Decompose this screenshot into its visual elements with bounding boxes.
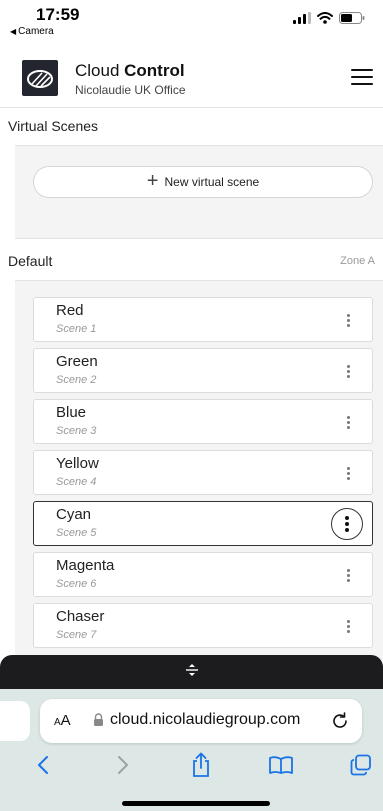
scene-name: Chaser <box>56 608 105 625</box>
hamburger-menu-icon[interactable] <box>351 69 373 87</box>
aa-small: A <box>54 717 61 728</box>
scene-name: Green <box>56 353 98 370</box>
chevron-left-icon <box>38 756 48 774</box>
url-text: cloud.nicolaudiegroup.com <box>110 711 301 728</box>
address-bar[interactable]: AA cloud.nicolaudiegroup.com <box>40 699 362 743</box>
share-button[interactable] <box>186 751 216 779</box>
more-options-icon[interactable] <box>336 410 360 434</box>
bookmarks-button[interactable] <box>266 751 296 779</box>
scene-card-yellow[interactable]: Yellow Scene 4 <box>33 450 373 495</box>
resize-handle-icon[interactable] <box>185 663 199 679</box>
reload-icon[interactable] <box>328 709 352 733</box>
tab-resize-strip[interactable] <box>0 655 383 689</box>
zone-label: Zone A <box>340 255 375 267</box>
more-options-icon[interactable] <box>336 614 360 638</box>
new-virtual-scene-label: New virtual scene <box>164 175 260 189</box>
title-light: Cloud <box>75 61 125 80</box>
new-virtual-scene-button[interactable]: + New virtual scene <box>33 166 373 198</box>
back-to-camera-link[interactable]: ◀ Camera <box>10 26 54 37</box>
more-options-icon[interactable] <box>331 508 363 540</box>
cloud-logo-icon <box>22 60 58 96</box>
group-name: Default <box>8 253 53 269</box>
home-indicator[interactable] <box>122 801 270 806</box>
status-time: 17:59 <box>36 5 80 24</box>
previous-tab-preview[interactable] <box>0 701 30 741</box>
reader-options-button[interactable]: AA <box>54 712 71 729</box>
aa-large: A <box>60 712 71 729</box>
more-options-icon[interactable] <box>336 359 360 383</box>
site-name: Nicolaudie UK Office <box>75 83 186 97</box>
app-screen: 17:59 ◀ Camera Cloud Control Nicolaudie … <box>0 0 383 811</box>
forward-button[interactable] <box>108 751 138 779</box>
app-header: Cloud Control Nicolaudie UK Office <box>0 52 383 108</box>
scene-card-green[interactable]: Green Scene 2 <box>33 348 373 393</box>
tabs-icon <box>350 754 371 776</box>
virtual-scenes-heading: Virtual Scenes <box>8 118 99 134</box>
browser-toolbar: AA cloud.nicolaudiegroup.com <box>0 689 383 811</box>
scene-card-blue[interactable]: Blue Scene 3 <box>33 399 373 444</box>
status-icons <box>293 12 365 24</box>
back-arrow-icon: ◀ <box>10 27 17 36</box>
scene-number: Scene 2 <box>56 374 97 386</box>
scene-number: Scene 3 <box>56 425 97 437</box>
scene-number: Scene 7 <box>56 629 97 641</box>
plus-icon: + <box>146 170 159 192</box>
back-label: Camera <box>18 26 54 37</box>
scene-card-chaser[interactable]: Chaser Scene 7 <box>33 603 373 648</box>
scene-name: Red <box>56 302 84 319</box>
tabs-button[interactable] <box>346 751 376 779</box>
scene-card-red[interactable]: Red Scene 1 <box>33 297 373 342</box>
scene-number: Scene 4 <box>56 476 97 488</box>
scene-name: Cyan <box>56 506 92 523</box>
scene-card-magenta[interactable]: Magenta Scene 6 <box>33 552 373 597</box>
scene-number: Scene 1 <box>56 323 97 335</box>
scene-name: Magenta <box>56 557 115 574</box>
scene-card-cyan[interactable]: Cyan Scene 5 <box>33 501 373 546</box>
chevron-right-icon <box>118 756 128 774</box>
more-options-icon[interactable] <box>336 308 360 332</box>
app-title: Cloud Control <box>75 61 185 81</box>
title-bold: Control <box>124 61 185 80</box>
scene-number: Scene 5 <box>56 527 97 539</box>
more-options-icon[interactable] <box>336 563 360 587</box>
scene-name: Yellow <box>56 455 99 472</box>
scene-name: Blue <box>56 404 87 421</box>
lock-icon <box>94 713 103 726</box>
battery-icon <box>339 12 365 24</box>
scene-number: Scene 6 <box>56 578 97 590</box>
divider <box>15 238 383 239</box>
more-options-icon[interactable] <box>336 461 360 485</box>
signal-icon <box>293 12 311 24</box>
wifi-icon <box>317 12 333 24</box>
back-button[interactable] <box>28 751 58 779</box>
book-icon <box>269 756 293 774</box>
share-icon <box>193 752 209 777</box>
status-bar: 17:59 ◀ Camera <box>0 0 383 50</box>
